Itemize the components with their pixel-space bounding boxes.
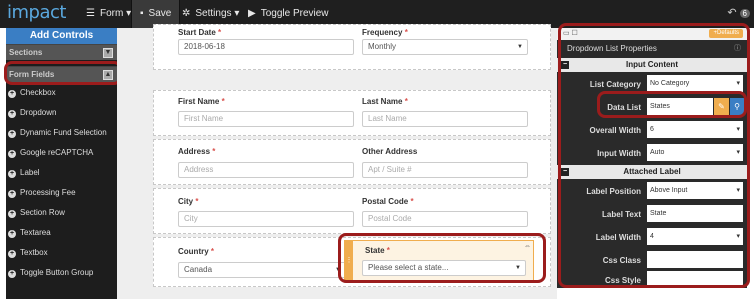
control-processing-fee[interactable]: + Processing Fee xyxy=(6,183,117,203)
control-label[interactable]: + Label xyxy=(6,163,117,183)
plus-icon: + xyxy=(8,230,16,238)
chevron-down-icon: ▼ xyxy=(517,44,523,50)
control-label: Checkbox xyxy=(20,88,56,97)
frequency-label: Frequency * xyxy=(362,28,408,37)
last-name-label: Last Name * xyxy=(362,97,408,106)
form-menu-label: Form xyxy=(99,8,124,19)
plus-icon: + xyxy=(8,210,16,218)
form-row-name[interactable]: First Name * First Name Last Name * Last… xyxy=(153,90,551,136)
sections-header[interactable]: Sections ▼ xyxy=(6,44,117,60)
plus-icon: + xyxy=(8,270,16,278)
control-label: Section Row xyxy=(20,208,65,217)
form-icon: ☰ xyxy=(86,8,95,19)
other-address-label: Other Address xyxy=(362,147,418,156)
control-dropdown[interactable]: + Dropdown xyxy=(6,103,117,123)
other-address-field[interactable]: Apt / Suite # xyxy=(362,162,528,178)
postal-code-label: Postal Code * xyxy=(362,197,414,206)
country-label: Country * xyxy=(178,247,215,256)
control-label: Google reCAPTCHA xyxy=(20,148,94,157)
city-label: City * xyxy=(178,197,199,206)
plus-icon: + xyxy=(8,130,16,138)
plus-icon: + xyxy=(8,150,16,158)
form-row-dates[interactable]: Start Date * 2018-06-18 Frequency * Mont… xyxy=(153,24,551,70)
control-textarea[interactable]: + Textarea xyxy=(6,223,117,243)
plus-icon: + xyxy=(8,90,16,98)
first-name-field[interactable]: First Name xyxy=(178,111,354,127)
control-label: Label xyxy=(20,168,40,177)
control-checkbox[interactable]: + Checkbox xyxy=(6,83,117,103)
control-label: Textbox xyxy=(20,248,48,257)
settings-label: Settings xyxy=(195,8,232,19)
form-fields-highlight xyxy=(4,61,122,85)
properties-panel-highlight xyxy=(558,23,750,288)
chevron-down-icon: ▾ xyxy=(234,8,240,19)
toggle-preview-label: Toggle Preview xyxy=(260,8,329,19)
plus-icon: + xyxy=(8,250,16,258)
last-name-field[interactable]: Last Name xyxy=(362,111,528,127)
city-field[interactable]: City xyxy=(178,211,354,227)
address-field[interactable]: Address xyxy=(178,162,354,178)
plus-icon: + xyxy=(8,110,16,118)
postal-code-field[interactable]: Postal Code xyxy=(362,211,528,227)
control-label: Processing Fee xyxy=(20,188,76,197)
form-row-city[interactable]: City * City Postal Code * Postal Code xyxy=(153,188,551,234)
control-textbox[interactable]: + Textbox xyxy=(6,243,117,263)
form-row-address[interactable]: Address * Address Other Address Apt / Su… xyxy=(153,139,551,185)
control-label: Dynamic Fund Selection xyxy=(20,128,107,137)
first-name-label: First Name * xyxy=(178,97,225,106)
country-select[interactable]: Canada ▼ xyxy=(178,262,346,278)
control-section-row[interactable]: + Section Row xyxy=(6,203,117,223)
sections-label: Sections xyxy=(9,48,43,57)
floppy-disk-icon: ▪ xyxy=(140,8,144,19)
frequency-select[interactable]: Monthly ▼ xyxy=(362,39,528,55)
address-label: Address * xyxy=(178,147,216,156)
control-label: Dropdown xyxy=(20,108,57,117)
control-label: Toggle Button Group xyxy=(20,268,94,277)
form-menu-button[interactable]: ☰ Form ▾ xyxy=(78,0,139,28)
undo-area[interactable]: ↶ 6 xyxy=(727,6,750,19)
sidebar-title: Add Controls xyxy=(6,28,117,44)
expand-icon[interactable]: ▼ xyxy=(103,48,113,58)
undo-icon: ↶ xyxy=(727,7,737,19)
gear-icon: ✲ xyxy=(182,8,191,19)
data-list-highlight xyxy=(597,91,747,118)
app-logo: impact xyxy=(7,2,66,23)
control-dynamic-fund-selection[interactable]: + Dynamic Fund Selection xyxy=(6,123,117,143)
state-field-highlight xyxy=(338,233,546,283)
save-label: Save xyxy=(148,8,172,19)
plus-icon: + xyxy=(8,170,16,178)
notification-badge: 6 xyxy=(739,9,750,18)
frequency-value: Monthly xyxy=(368,42,397,51)
control-toggle-button-group[interactable]: + Toggle Button Group xyxy=(6,263,117,283)
control-label: Textarea xyxy=(20,228,51,237)
start-date-field[interactable]: 2018-06-18 xyxy=(178,39,354,55)
start-date-label: Start Date * xyxy=(178,28,222,37)
country-value: Canada xyxy=(184,265,213,274)
plus-icon: + xyxy=(8,190,16,198)
control-google-recaptcha[interactable]: + Google reCAPTCHA xyxy=(6,143,117,163)
play-icon: ▶ xyxy=(248,8,256,19)
